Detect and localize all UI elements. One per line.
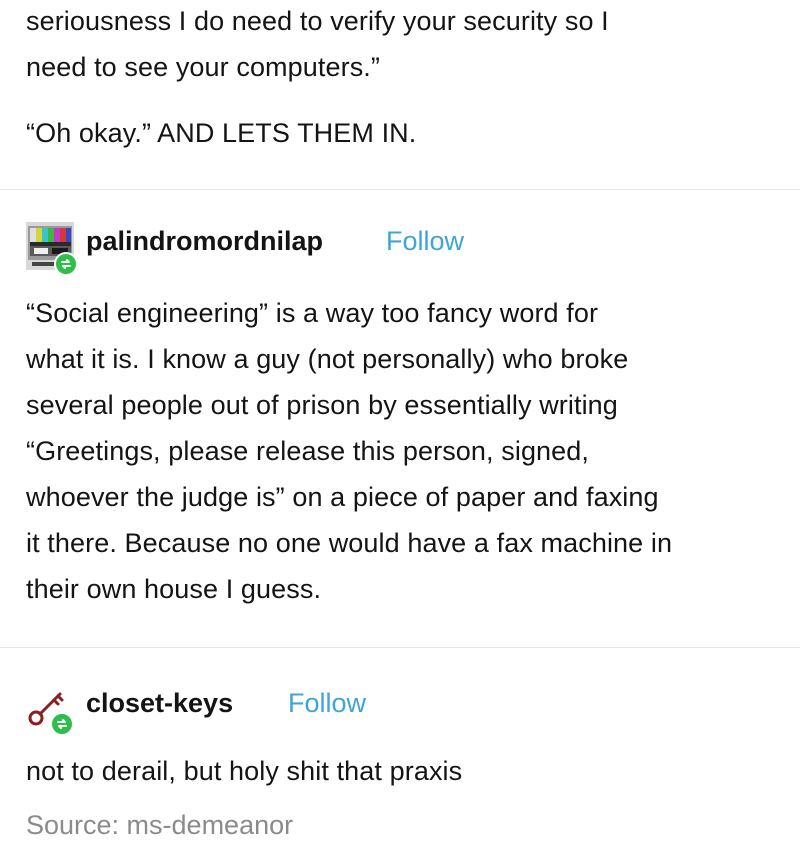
post-body: “Social engineering” is a way too fancy … — [0, 290, 800, 612]
post-text-line: their own house I guess. — [26, 574, 322, 604]
source-attribution: Source: ms-demeanor — [26, 810, 293, 841]
post-paragraph: “Oh okay.” AND LETS THEM IN. — [0, 110, 800, 156]
username-link[interactable]: closet-keys — [86, 688, 233, 719]
follow-button[interactable]: Follow — [288, 688, 366, 719]
post-paragraph: seriousness I do need to verify your sec… — [0, 0, 800, 90]
post-text-line: “Oh okay.” AND LETS THEM IN. — [26, 118, 417, 148]
reblog-icon — [50, 712, 74, 736]
post-text-line: “Greetings, please release this person, … — [26, 436, 590, 466]
post-text-line: it there. Because no one would have a fa… — [26, 528, 673, 558]
post-divider — [0, 647, 800, 648]
post-header: palindromordnilap Follow — [26, 222, 766, 282]
source-link[interactable]: Source: ms-demeanor — [26, 810, 293, 840]
post-paragraph: not to derail, but holy shit that praxis — [0, 748, 800, 794]
post-text-line: need to see your computers.” — [26, 52, 380, 82]
post-text-line: “Social engineering” is a way too fancy … — [26, 298, 599, 328]
reblog-icon — [54, 252, 78, 276]
follow-button[interactable]: Follow — [386, 226, 464, 257]
post-text-line: seriousness I do need to verify your sec… — [26, 6, 609, 36]
post-body: not to derail, but holy shit that praxis — [0, 748, 800, 794]
previous-post-body: seriousness I do need to verify your sec… — [0, 0, 800, 156]
post-text-line: what it is. I know a guy (not personally… — [26, 344, 629, 374]
post-paragraph: “Social engineering” is a way too fancy … — [0, 290, 800, 612]
post-header: closet-keys Follow — [26, 684, 766, 744]
username-link[interactable]: palindromordnilap — [86, 226, 323, 257]
post-divider — [0, 189, 800, 190]
post-text-line: several people out of prison by essentia… — [26, 390, 618, 420]
post-text-line: whoever the judge is” on a piece of pape… — [26, 482, 659, 512]
post-text-line: not to derail, but holy shit that praxis — [26, 756, 463, 786]
